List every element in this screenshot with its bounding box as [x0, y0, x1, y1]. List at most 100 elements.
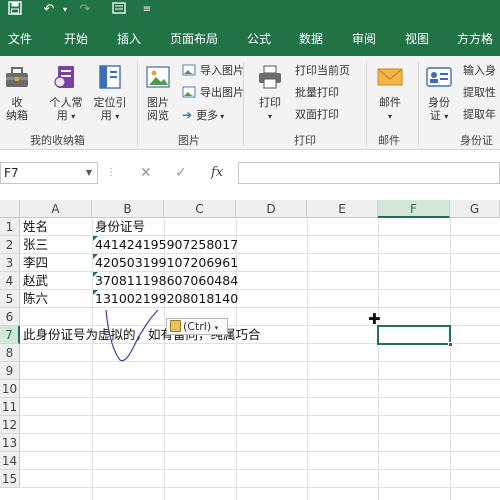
tab-review[interactable]: 审阅 [352, 20, 376, 56]
locate-reference-label-1: 定位引 [93, 96, 127, 109]
clipboard-icon [170, 320, 181, 332]
duplex-print-button[interactable]: 双面打印 [295, 106, 339, 124]
extract-age-button[interactable]: 提取年 [463, 106, 496, 124]
print-current-page-button[interactable]: 打印当前页 [295, 62, 350, 80]
grid-line [450, 218, 451, 500]
cell-b4[interactable]: 370811198607060484 [92, 272, 238, 290]
name-box[interactable]: F7 ▼ [0, 162, 98, 184]
fill-handle[interactable] [448, 342, 453, 347]
cell-a5[interactable]: 陈六 [20, 290, 48, 308]
insert-function-button[interactable]: fx [211, 162, 223, 184]
more-vertical-icon[interactable]: ⋮ [106, 162, 116, 184]
tab-page-layout[interactable]: 页面布局 [170, 20, 218, 56]
cell-a3[interactable]: 李四 [20, 254, 48, 272]
import-picture-label: 导入图片 [200, 64, 244, 77]
group-label-print: 打印 [294, 134, 316, 147]
cell-b5[interactable]: 131002199208018140 [92, 290, 238, 308]
redo-icon[interactable]: ↷ [76, 1, 94, 19]
chevron-down-icon[interactable]: ▼ [86, 163, 92, 183]
export-picture-button[interactable]: 导出图片 [182, 84, 244, 102]
grid-line [378, 218, 379, 500]
print-button[interactable]: 打印 ▾ [252, 64, 288, 123]
personal-common-button[interactable]: 个人常 用 ▾ [44, 64, 88, 123]
row-header-9[interactable]: 9 [0, 362, 20, 380]
ribbon: 收 纳箱 个人常 用 ▾ 定位引 用 ▾ 我的收纳箱 图片 阅览 导入图片 导出… [0, 56, 500, 150]
input-id-label: 输入身 [463, 64, 496, 77]
formula-input[interactable] [238, 162, 500, 184]
customize-icon[interactable]: ≡ [138, 1, 156, 19]
enter-icon[interactable]: ✓ [175, 162, 187, 184]
id-card-button[interactable]: 身份 证 ▾ [422, 64, 456, 123]
grid-line [20, 433, 500, 434]
tab-home[interactable]: 开始 [64, 20, 88, 56]
row-header-8[interactable]: 8 [0, 344, 20, 362]
row-header-5[interactable]: 5 [0, 290, 20, 308]
picture-browse-button[interactable]: 图片 阅览 [140, 64, 176, 122]
column-header-a[interactable]: A [20, 200, 92, 218]
locate-reference-label-2: 用 [100, 109, 112, 122]
group-separator [243, 62, 244, 146]
row-header-3[interactable]: 3 [0, 254, 20, 272]
tab-data[interactable]: 数据 [299, 20, 323, 56]
group-separator [137, 62, 138, 146]
selected-cell-f7[interactable] [377, 325, 451, 345]
more-label: 更多 [196, 109, 219, 122]
input-id-button[interactable]: 输入身 [463, 62, 496, 80]
cell-cursor-icon: ✚ [368, 310, 381, 328]
cell-a1[interactable]: 姓名 [20, 218, 48, 236]
cell-b3[interactable]: 420503199107206961 [92, 254, 238, 272]
number-as-text-indicator [93, 254, 98, 259]
cell-b1[interactable]: 身份证号 [92, 218, 145, 236]
column-header-e[interactable]: E [307, 200, 378, 218]
locate-reference-button[interactable]: 定位引 用 ▾ [88, 64, 132, 123]
row-header-11[interactable]: 11 [0, 398, 20, 416]
cell-a4[interactable]: 赵武 [20, 272, 48, 290]
import-picture-icon [182, 64, 196, 76]
export-picture-label: 导出图片 [200, 86, 244, 99]
more-button[interactable]: ➔ 更多 ▾ [182, 106, 224, 124]
tab-formulas[interactable]: 公式 [247, 20, 271, 56]
grid-line [20, 487, 500, 488]
tab-fangfangge[interactable]: 方方格 [457, 20, 493, 56]
chevron-down-icon: ▾ [71, 112, 76, 121]
grid-line [20, 397, 500, 398]
column-header-c[interactable]: C [164, 200, 236, 218]
quick-access-icon[interactable] [110, 1, 128, 19]
cancel-icon[interactable]: ✕ [140, 162, 152, 184]
import-picture-button[interactable]: 导入图片 [182, 62, 244, 80]
save-icon[interactable] [6, 1, 24, 19]
row-header-7[interactable]: 7 [0, 326, 20, 344]
cell-b2[interactable]: 441424195907258017 [92, 236, 238, 254]
storage-box-button[interactable]: 收 纳箱 [2, 64, 32, 122]
group-separator [418, 62, 419, 146]
mail-button[interactable]: 邮件 ▾ [372, 64, 408, 123]
personal-common-label-1: 个人常 [49, 96, 83, 109]
column-header-b[interactable]: B [92, 200, 164, 218]
extract-gender-button[interactable]: 提取性 [463, 84, 496, 102]
column-header-g[interactable]: G [450, 200, 500, 218]
row-header-13[interactable]: 13 [0, 434, 20, 452]
row-header-10[interactable]: 10 [0, 380, 20, 398]
tab-view[interactable]: 视图 [405, 20, 429, 56]
extract-gender-label: 提取性 [463, 86, 496, 99]
paste-options-button[interactable]: (Ctrl) ▾ [166, 318, 228, 335]
tab-insert[interactable]: 插入 [117, 20, 141, 56]
row-header-14[interactable]: 14 [0, 452, 20, 470]
name-box-value: F7 [4, 166, 19, 180]
column-header-f[interactable]: F [378, 200, 450, 218]
row-header-6[interactable]: 6 [0, 308, 20, 326]
row-header-12[interactable]: 12 [0, 416, 20, 434]
batch-print-button[interactable]: 批量打印 [295, 84, 339, 102]
row-header-15[interactable]: 15 [0, 470, 20, 488]
row-header-1[interactable]: 1 [0, 218, 20, 236]
grid-line [20, 451, 500, 452]
row-header-2[interactable]: 2 [0, 236, 20, 254]
undo-dropdown-icon[interactable]: ▾ [56, 1, 74, 19]
tab-file[interactable]: 文件 [8, 20, 32, 56]
row-header-4[interactable]: 4 [0, 272, 20, 290]
column-header-d[interactable]: D [236, 200, 307, 218]
select-all-corner[interactable] [0, 200, 20, 218]
grid-line [20, 469, 500, 470]
cell-a2[interactable]: 张三 [20, 236, 48, 254]
grid-line [307, 218, 308, 500]
